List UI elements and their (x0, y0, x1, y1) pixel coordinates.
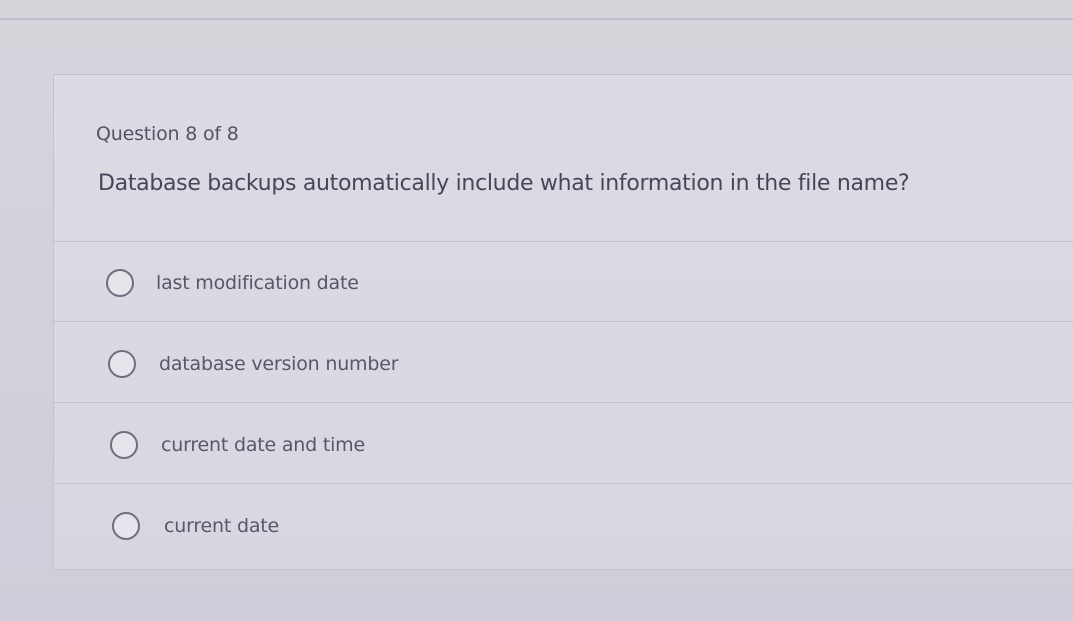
answer-option-current-date[interactable]: current date (54, 484, 1073, 565)
answer-label[interactable]: current date (164, 515, 279, 537)
answer-option-last-modification-date[interactable]: last modification date (54, 241, 1073, 322)
answer-label[interactable]: last modification date (156, 272, 359, 294)
question-header: Question 8 of 8 Database backups automat… (54, 75, 1073, 242)
radio-button-icon[interactable] (110, 431, 138, 459)
question-counter: Question 8 of 8 (96, 123, 239, 145)
radio-button-icon[interactable] (108, 350, 136, 378)
answer-label[interactable]: current date and time (161, 434, 365, 456)
radio-button-icon[interactable] (112, 512, 140, 540)
quiz-card: Question 8 of 8 Database backups automat… (53, 74, 1073, 570)
answer-label[interactable]: database version number (159, 353, 399, 375)
radio-button-icon[interactable] (106, 269, 134, 297)
answer-option-database-version-number[interactable]: database version number (54, 322, 1073, 403)
question-text: Database backups automatically include w… (98, 171, 910, 196)
answer-option-current-date-and-time[interactable]: current date and time (54, 403, 1073, 484)
answer-list: last modification date database version … (54, 241, 1073, 565)
top-divider (0, 18, 1073, 20)
